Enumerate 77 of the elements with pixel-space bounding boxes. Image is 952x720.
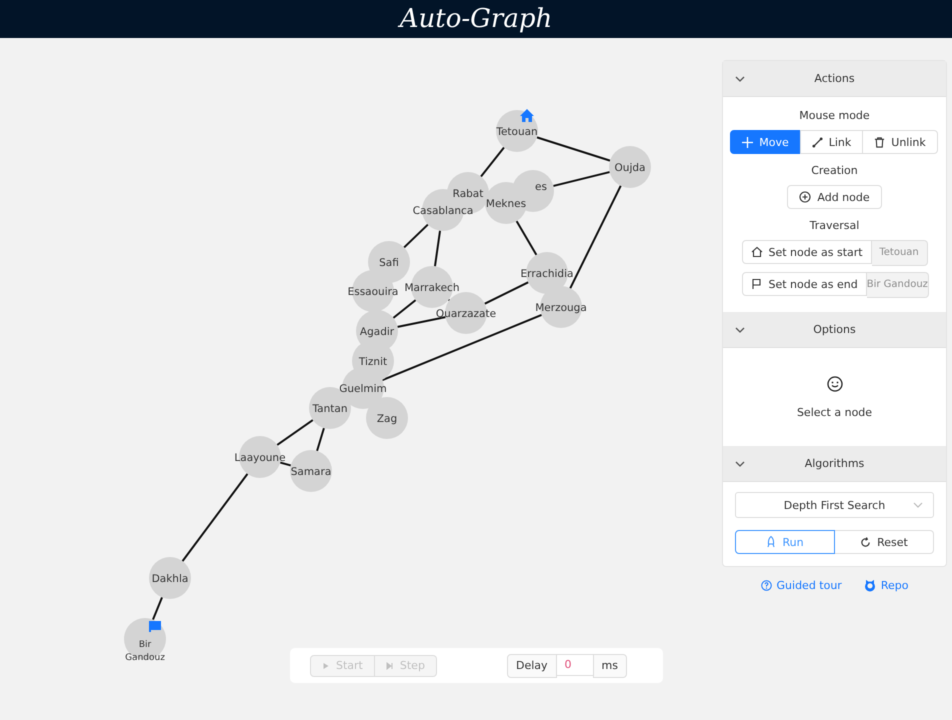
link-icon bbox=[812, 136, 823, 148]
edge-line bbox=[516, 220, 538, 256]
section-header[interactable]: Actions bbox=[723, 61, 946, 97]
mode-button[interactable]: Link bbox=[800, 130, 864, 154]
graph-node[interactable] bbox=[366, 397, 408, 439]
edge-line bbox=[403, 224, 429, 248]
creation-label: Creation bbox=[811, 164, 858, 177]
chevron-icon bbox=[913, 500, 923, 510]
section-title: Algorithms bbox=[804, 457, 866, 470]
flag-icon bbox=[750, 278, 762, 290]
node-label: Quarzazate bbox=[436, 308, 496, 320]
section-title: Actions bbox=[813, 72, 856, 85]
reset-button[interactable]: Reset bbox=[835, 530, 934, 554]
node-label: Rabat bbox=[452, 188, 484, 200]
start-node-field: Tetouan bbox=[872, 240, 928, 266]
node-label: Laayoune bbox=[234, 452, 286, 464]
edge-line bbox=[448, 298, 450, 302]
mode-button[interactable]: Unlink bbox=[862, 130, 938, 154]
node-label: Casablanca bbox=[412, 205, 474, 217]
mouse-mode-label: Mouse mode bbox=[799, 109, 870, 122]
empty-message: Select a node bbox=[796, 406, 872, 418]
delay-label: Delay bbox=[507, 654, 557, 678]
node-label: Oujda bbox=[614, 162, 646, 174]
node-label: Agadir bbox=[360, 326, 394, 338]
node-label: Errachidia bbox=[520, 268, 574, 280]
graph-node[interactable] bbox=[290, 450, 332, 492]
move-icon bbox=[742, 136, 754, 148]
graph-node[interactable] bbox=[609, 146, 651, 188]
graph-node[interactable] bbox=[124, 618, 166, 660]
section-header[interactable]: Options bbox=[723, 312, 946, 348]
node-label: Zag bbox=[376, 413, 398, 425]
question-icon bbox=[760, 580, 772, 591]
node-label: Safi bbox=[379, 257, 399, 269]
graph-node[interactable] bbox=[496, 110, 538, 152]
delay-input[interactable]: 0 bbox=[556, 654, 593, 676]
node-label: Merzouga bbox=[535, 302, 587, 314]
plus-circle-icon bbox=[799, 191, 812, 203]
mode-button[interactable]: Move bbox=[730, 130, 801, 154]
play-icon bbox=[322, 662, 330, 670]
edge-line bbox=[480, 146, 505, 178]
guided-tour-link[interactable]: Guided tour bbox=[760, 579, 842, 592]
node-label: Marrakech bbox=[404, 282, 460, 294]
edge-line bbox=[280, 462, 292, 466]
node-label: Meknes bbox=[486, 198, 526, 210]
edge-line bbox=[276, 419, 314, 446]
end-node-field: Bir Gandouz bbox=[866, 272, 929, 298]
node-label: Dakhla bbox=[152, 573, 188, 585]
node-label: Essaouira bbox=[348, 286, 398, 298]
algorithm-select[interactable]: Depth First Search bbox=[735, 492, 934, 518]
edge-line bbox=[152, 597, 163, 620]
node-label: es bbox=[535, 181, 547, 193]
edge-line bbox=[434, 230, 442, 266]
delay-unit: ms bbox=[592, 654, 627, 678]
reload-icon bbox=[860, 536, 872, 548]
edge-line bbox=[316, 428, 325, 452]
home-icon bbox=[750, 246, 762, 258]
set-end-button[interactable]: Set node as end bbox=[742, 272, 867, 296]
set-start-button[interactable]: Set node as start bbox=[742, 240, 872, 264]
app-title: Auto-Graph bbox=[400, 4, 552, 34]
node-label: Tiznit bbox=[358, 356, 388, 368]
step-icon bbox=[386, 662, 394, 670]
node-label: Tetouan bbox=[496, 126, 538, 138]
node-label: Bir Gandouz bbox=[125, 640, 165, 663]
node-label: Tantan bbox=[312, 403, 348, 415]
graph-node[interactable] bbox=[149, 557, 191, 599]
node-label: Guelmim bbox=[339, 383, 387, 395]
repo-link[interactable]: Repo bbox=[864, 579, 908, 592]
edge-line bbox=[484, 281, 529, 305]
trash-icon bbox=[874, 136, 886, 148]
section-header[interactable]: Algorithms bbox=[723, 446, 946, 482]
graph-node[interactable] bbox=[485, 182, 527, 224]
smiley-icon bbox=[826, 376, 842, 392]
cat-silhouette-icon bbox=[864, 580, 876, 592]
section-title: Options bbox=[812, 323, 857, 336]
add-node-button[interactable]: Add node bbox=[787, 185, 882, 209]
traversal-label: Traversal bbox=[810, 219, 860, 232]
node-label: Samara bbox=[290, 466, 332, 478]
